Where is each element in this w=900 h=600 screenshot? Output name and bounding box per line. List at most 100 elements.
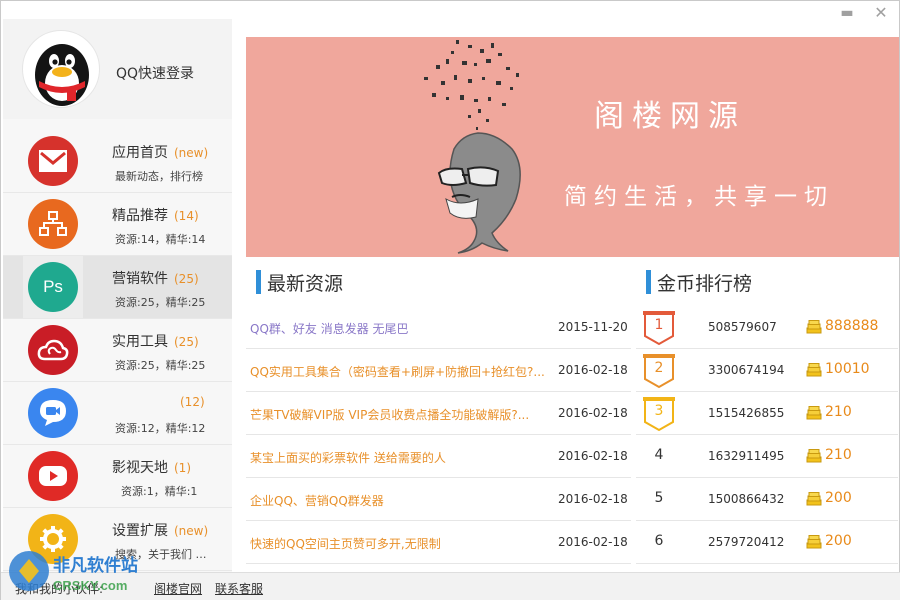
nav-badge: (new) — [174, 524, 209, 538]
video-camera-icon — [28, 388, 78, 438]
nav-title: 影视天地 (1) — [112, 457, 191, 477]
profile-panel: QQ快速登录 — [3, 19, 232, 119]
rank-number: 1 — [654, 317, 664, 333]
nav-subtitle: 资源:14，精华:14 — [115, 233, 206, 246]
list-item: 某宝上面买的彩票软件 送给需要的人 2016-02-18 — [246, 435, 631, 478]
rank-user-id: 508579607 — [708, 320, 777, 334]
minimize-button[interactable]: ▬ — [837, 5, 857, 21]
nav-icon-holder — [23, 130, 83, 192]
nav-title-text: 设置扩展 — [112, 523, 168, 539]
banner-title: 阁楼网源 — [594, 99, 746, 134]
rank-number: 6 — [654, 533, 664, 549]
gmail-envelope-icon — [28, 136, 78, 186]
resource-link[interactable]: QQ群、好友 消息发器 无尾巴 — [250, 320, 545, 337]
nav-icon-holder — [23, 193, 83, 255]
rank-row: 2 3300674194 10010 — [636, 349, 898, 392]
resource-link[interactable]: 芒果TV破解VIP版 VIP会员收费点播全功能破解版?... — [250, 406, 545, 423]
nav-title: (12) — [112, 394, 205, 410]
watermark-brand: 非凡软件站 — [53, 555, 138, 575]
nav-title-text: 应用首页 — [112, 145, 168, 161]
latest-heading: 最新资源 — [256, 269, 343, 295]
sidebar: QQ快速登录 应用首页 (new) 最新动态，排行榜 精品推荐 (14) 资源:… — [3, 19, 232, 572]
rank-row: 4 1632911495 210 — [636, 435, 898, 478]
gold-coin-icon — [806, 492, 822, 506]
latest-heading-text: 最新资源 — [267, 272, 344, 295]
resource-date: 2016-02-18 — [558, 449, 628, 463]
resource-date: 2016-02-18 — [558, 492, 628, 506]
nav-title: 营销软件 (25) — [112, 268, 199, 288]
close-button[interactable]: ✕ — [871, 5, 891, 21]
rank-coins: 200 — [825, 533, 852, 549]
nav-badge: (14) — [174, 209, 199, 223]
list-item: 企业QQ、营销QQ群发器 2016-02-18 — [246, 478, 631, 521]
crsky-watermark: 非凡软件站 CRSKY.com — [1, 541, 171, 600]
rank-row: 6 2579720412 200 — [636, 521, 898, 564]
rank-user-id: 3300674194 — [708, 363, 785, 377]
nav-subtitle: 资源:25，精华:25 — [115, 296, 206, 309]
rank-coins: 210 — [825, 404, 852, 420]
nav-icon-holder — [23, 382, 83, 444]
nav-icon-holder — [23, 319, 83, 381]
rank-user-id: 1500866432 — [708, 492, 785, 506]
rank-heading-text: 金币排行榜 — [657, 272, 753, 295]
nav-item-marketing[interactable]: Ps 营销软件 (25) 资源:25，精华:25 — [3, 256, 232, 319]
rank-row: 1 508579607 888888 — [636, 306, 898, 349]
nav-title: 应用首页 (new) — [112, 142, 208, 162]
banner-slogan: 简约生活，共享一切 — [564, 184, 834, 210]
resource-link[interactable]: QQ实用工具集合（密码查看+刷屏+防撤回+抢红包?... — [250, 363, 545, 380]
resource-link[interactable]: 快速的QQ空间主页赞可多开,无限制 — [250, 535, 545, 552]
nav-badge: (new) — [174, 146, 209, 160]
rank-coins: 10010 — [825, 361, 870, 377]
rank-coins: 200 — [825, 490, 852, 506]
crsky-logo-icon: 非凡软件站 CRSKY.com — [9, 551, 138, 593]
rank-number: 3 — [654, 403, 664, 419]
nav-title: 精品推荐 (14) — [112, 205, 199, 225]
resource-date: 2016-02-18 — [558, 535, 628, 549]
photoshop-icon: Ps — [28, 262, 78, 312]
resource-date: 2016-02-18 — [558, 406, 628, 420]
gold-coin-icon — [806, 320, 822, 334]
rank-number: 4 — [654, 447, 664, 463]
nav-item-tools[interactable]: 实用工具 (25) 资源:25，精华:25 — [3, 319, 232, 382]
nav-subtitle: 最新动态，排行榜 — [115, 170, 203, 183]
list-item: 芒果TV破解VIP版 VIP会员收费点播全功能破解版?... 2016-02-1… — [246, 392, 631, 435]
creative-cloud-icon — [28, 325, 78, 375]
resource-link[interactable]: 某宝上面买的彩票软件 送给需要的人 — [250, 449, 545, 466]
gold-coin-icon — [806, 363, 822, 377]
rank-row: 3 1515426855 210 — [636, 392, 898, 435]
rank-user-id: 2579720412 — [708, 535, 785, 549]
rank-list: 1 508579607 888888 2 3300674194 10010 3 … — [636, 306, 898, 564]
nav-item-video-chat[interactable]: (12) 资源:12，精华:12 — [3, 382, 232, 445]
watermark-domain: CRSKY.com — [53, 578, 127, 593]
nav-subtitle: 资源:12，精华:12 — [115, 422, 206, 435]
qq-penguin-icon[interactable] — [22, 30, 100, 108]
nav-title-text: 影视天地 — [112, 460, 168, 476]
nav-badge: (12) — [180, 395, 205, 409]
youtube-play-icon — [28, 451, 78, 501]
nav-badge: (1) — [174, 461, 191, 475]
rank-coins: 210 — [825, 447, 852, 463]
nav-title-text: 实用工具 — [112, 334, 168, 350]
nav-list: 应用首页 (new) 最新动态，排行榜 精品推荐 (14) 资源:14，精华:14 … — [3, 130, 232, 571]
nav-icon-holder — [23, 445, 83, 507]
rank-medal-icon: 2 — [641, 353, 677, 389]
rank-user-id: 1632911495 — [708, 449, 785, 463]
quick-login-label[interactable]: QQ快速登录 — [116, 63, 194, 83]
resource-link[interactable]: 企业QQ、营销QQ群发器 — [250, 492, 545, 509]
nav-item-movies[interactable]: 影视天地 (1) 资源:1，精华:1 — [3, 445, 232, 508]
photoshop-icon-text: Ps — [43, 277, 63, 296]
contact-support-link[interactable]: 联系客服 — [215, 580, 263, 597]
nav-title: 设置扩展 (new) — [112, 520, 208, 540]
nav-title-text: 精品推荐 — [112, 208, 168, 224]
nav-item-home[interactable]: 应用首页 (new) 最新动态，排行榜 — [3, 130, 232, 193]
resource-date: 2016-02-18 — [558, 363, 628, 377]
nav-item-recommended[interactable]: 精品推荐 (14) 资源:14，精华:14 — [3, 193, 232, 256]
rank-heading: 金币排行榜 — [646, 269, 752, 295]
nav-badge: (25) — [174, 272, 199, 286]
nav-title-text: 营销软件 — [112, 271, 168, 287]
nav-title: 实用工具 (25) — [112, 331, 199, 351]
section-accent-bar — [256, 270, 261, 294]
list-item: QQ群、好友 消息发器 无尾巴 2015-11-20 — [246, 306, 631, 349]
sitemap-icon — [28, 199, 78, 249]
gold-coin-icon — [806, 535, 822, 549]
